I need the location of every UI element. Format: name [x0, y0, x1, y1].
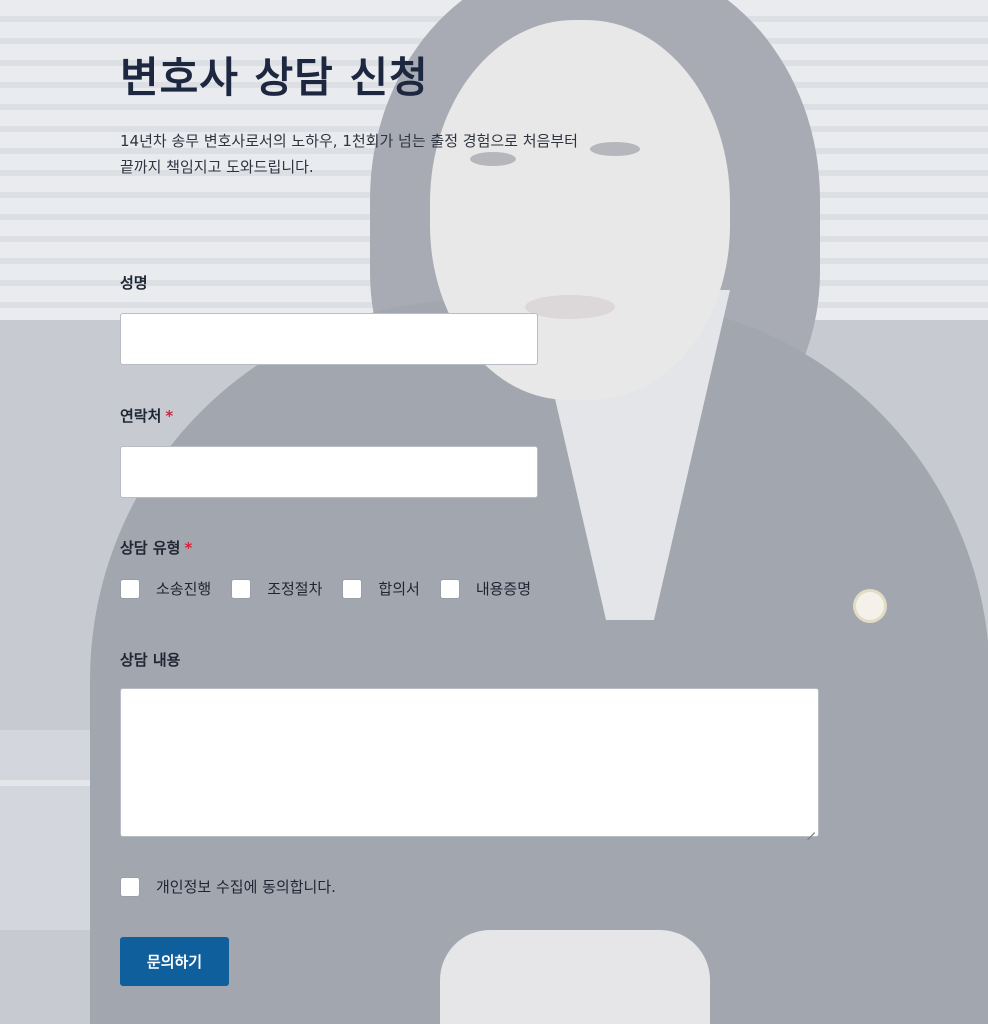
consult-content-label: 상담 내용 — [120, 649, 180, 670]
intro-text: 14년차 송무 변호사로서의 노하우, 1천회가 넘는 출정 경험으로 처음부터… — [120, 132, 578, 176]
consult-type-option[interactable]: 내용증명 — [439, 578, 532, 599]
checkbox[interactable] — [342, 578, 363, 599]
consult-type-label: 상담 유형 * — [120, 537, 192, 558]
checkbox[interactable] — [231, 578, 252, 599]
privacy-consent-label: 개인정보 수집에 동의합니다. — [156, 878, 336, 896]
portrait-hands — [440, 930, 710, 1024]
portrait-jacket — [90, 300, 988, 1024]
page-title: 변호사 상담 신청 — [120, 53, 429, 102]
contact-label: 연락처 * — [120, 405, 173, 426]
option-label: 조정절차 — [267, 580, 323, 598]
option-label: 소송진행 — [156, 580, 212, 598]
checkbox[interactable] — [439, 578, 460, 599]
lawyer-badge-pin — [856, 592, 884, 620]
privacy-consent-checkbox[interactable] — [120, 876, 140, 897]
submit-button[interactable]: 문의하기 — [120, 937, 229, 986]
consult-content-textarea[interactable] — [120, 688, 819, 837]
option-label: 합의서 — [378, 580, 420, 598]
checkbox[interactable] — [120, 578, 140, 599]
contact-label-text: 연락처 — [120, 407, 162, 425]
resize-grip-icon[interactable] — [807, 825, 815, 833]
portrait-lips — [525, 295, 615, 319]
consult-type-label-text: 상담 유형 — [120, 539, 181, 557]
consult-type-option[interactable]: 합의서 — [342, 578, 420, 599]
privacy-consent[interactable]: 개인정보 수집에 동의합니다. — [120, 876, 336, 897]
required-marker: * — [184, 539, 193, 557]
required-marker: * — [165, 407, 174, 425]
name-label-text: 성명 — [120, 274, 148, 292]
contact-input[interactable] — [120, 446, 538, 498]
name-label: 성명 — [120, 272, 148, 293]
consult-type-options: 소송진행 조정절차 합의서 내용증명 — [120, 578, 551, 599]
portrait-eye — [590, 142, 640, 156]
option-label: 내용증명 — [475, 580, 532, 598]
consult-type-option[interactable]: 소송진행 — [120, 578, 211, 599]
consult-content-label-text: 상담 내용 — [120, 651, 181, 669]
consult-type-option[interactable]: 조정절차 — [231, 578, 322, 599]
name-input[interactable] — [120, 313, 538, 365]
